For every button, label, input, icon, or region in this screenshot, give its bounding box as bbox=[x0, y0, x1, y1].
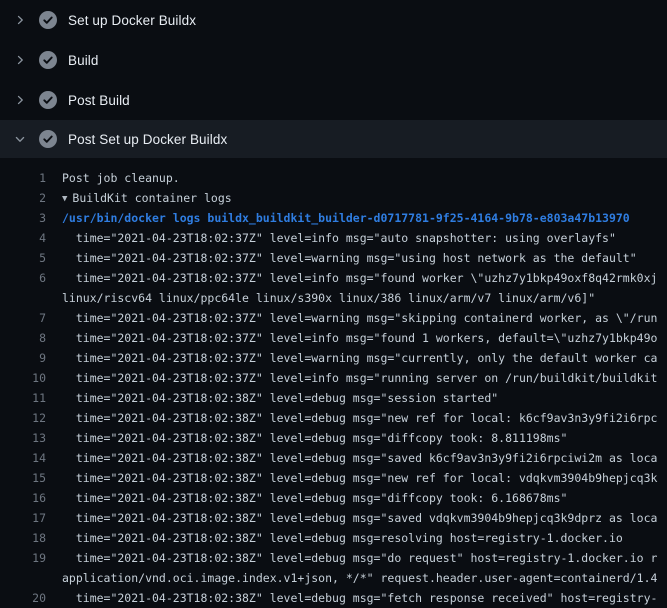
line-text: application/vnd.oci.image.index.v1+json,… bbox=[62, 568, 657, 588]
line-text: time="2021-04-23T18:02:37Z" level=warnin… bbox=[62, 348, 657, 368]
line-text: time="2021-04-23T18:02:37Z" level=warnin… bbox=[62, 308, 657, 328]
line-number[interactable]: 12 bbox=[0, 408, 46, 428]
line-text: time="2021-04-23T18:02:38Z" level=debug … bbox=[62, 528, 623, 548]
line-text: Post job cleanup. bbox=[62, 168, 180, 188]
line-number[interactable]: 13 bbox=[0, 428, 46, 448]
log-line: 18 time="2021-04-23T18:02:38Z" level=deb… bbox=[0, 528, 667, 548]
line-text: /usr/bin/docker logs buildx_buildkit_bui… bbox=[62, 208, 630, 228]
log-line: 15 time="2021-04-23T18:02:38Z" level=deb… bbox=[0, 468, 667, 488]
step-row[interactable]: Build bbox=[0, 40, 667, 80]
line-number[interactable]: 1 bbox=[0, 168, 46, 188]
line-number[interactable]: 18 bbox=[0, 528, 46, 548]
actions-log-viewer: Set up Docker Buildx Build P bbox=[0, 0, 667, 608]
log-line: 8 time="2021-04-23T18:02:37Z" level=info… bbox=[0, 328, 667, 348]
line-text: ▼BuildKit container logs bbox=[62, 188, 232, 208]
check-circle-icon bbox=[39, 130, 57, 148]
line-number[interactable]: 20 bbox=[0, 588, 46, 608]
log-line: 5 time="2021-04-23T18:02:37Z" level=warn… bbox=[0, 248, 667, 268]
line-number[interactable]: 3 bbox=[0, 208, 46, 228]
chevron-right-icon bbox=[13, 13, 27, 27]
step-label: Set up Docker Buildx bbox=[68, 13, 196, 28]
line-text: time="2021-04-23T18:02:38Z" level=debug … bbox=[62, 508, 657, 528]
line-number[interactable]: 9 bbox=[0, 348, 46, 368]
log-line: 11 time="2021-04-23T18:02:38Z" level=deb… bbox=[0, 388, 667, 408]
check-circle-icon bbox=[39, 91, 57, 109]
log-line[interactable]: 2 ▼BuildKit container logs bbox=[0, 188, 667, 208]
step-row[interactable]: Post Set up Docker Buildx bbox=[0, 120, 667, 158]
group-title: BuildKit container logs bbox=[72, 188, 231, 208]
triangle-down-icon: ▼ bbox=[62, 189, 67, 209]
line-text: time="2021-04-23T18:02:38Z" level=debug … bbox=[62, 428, 567, 448]
line-text: time="2021-04-23T18:02:38Z" level=debug … bbox=[62, 488, 567, 508]
line-text: linux/riscv64 linux/ppc64le linux/s390x … bbox=[62, 288, 595, 308]
log-line: application/vnd.oci.image.index.v1+json,… bbox=[0, 568, 667, 588]
log-line: 4 time="2021-04-23T18:02:37Z" level=info… bbox=[0, 228, 667, 248]
line-text: time="2021-04-23T18:02:37Z" level=info m… bbox=[62, 328, 657, 348]
line-text: time="2021-04-23T18:02:38Z" level=debug … bbox=[62, 448, 657, 468]
line-number[interactable]: 14 bbox=[0, 448, 46, 468]
log-line: 17 time="2021-04-23T18:02:38Z" level=deb… bbox=[0, 508, 667, 528]
log-line: 7 time="2021-04-23T18:02:37Z" level=warn… bbox=[0, 308, 667, 328]
log-line: 3 /usr/bin/docker logs buildx_buildkit_b… bbox=[0, 208, 667, 228]
line-text: time="2021-04-23T18:02:38Z" level=debug … bbox=[62, 388, 498, 408]
line-number[interactable]: 2 bbox=[0, 188, 46, 208]
step-label: Post Set up Docker Buildx bbox=[68, 132, 227, 147]
chevron-right-icon bbox=[13, 53, 27, 67]
check-circle-icon bbox=[39, 51, 57, 69]
log-line: 20 time="2021-04-23T18:02:38Z" level=deb… bbox=[0, 588, 667, 608]
line-number[interactable]: 19 bbox=[0, 548, 46, 568]
line-text: time="2021-04-23T18:02:38Z" level=debug … bbox=[62, 408, 657, 428]
log-line: linux/riscv64 linux/ppc64le linux/s390x … bbox=[0, 288, 667, 308]
steps-list: Set up Docker Buildx Build P bbox=[0, 0, 667, 158]
log-line: 19 time="2021-04-23T18:02:38Z" level=deb… bbox=[0, 548, 667, 568]
line-number[interactable]: 6 bbox=[0, 268, 46, 288]
log-line: 12 time="2021-04-23T18:02:38Z" level=deb… bbox=[0, 408, 667, 428]
line-text: time="2021-04-23T18:02:37Z" level=info m… bbox=[62, 268, 657, 288]
log-line: 14 time="2021-04-23T18:02:38Z" level=deb… bbox=[0, 448, 667, 468]
line-number[interactable]: 15 bbox=[0, 468, 46, 488]
line-number bbox=[0, 568, 46, 588]
chevron-down-icon bbox=[13, 132, 27, 146]
line-number[interactable]: 10 bbox=[0, 368, 46, 388]
chevron-right-icon bbox=[13, 93, 27, 107]
step-label: Post Build bbox=[68, 93, 130, 108]
line-text: time="2021-04-23T18:02:38Z" level=debug … bbox=[62, 588, 657, 608]
line-number[interactable]: 17 bbox=[0, 508, 46, 528]
log-line: 13 time="2021-04-23T18:02:38Z" level=deb… bbox=[0, 428, 667, 448]
line-text: time="2021-04-23T18:02:37Z" level=info m… bbox=[62, 368, 657, 388]
line-number[interactable]: 11 bbox=[0, 388, 46, 408]
step-row[interactable]: Post Build bbox=[0, 80, 667, 120]
line-number[interactable]: 7 bbox=[0, 308, 46, 328]
line-number[interactable]: 16 bbox=[0, 488, 46, 508]
line-text: time="2021-04-23T18:02:38Z" level=debug … bbox=[62, 468, 657, 488]
step-label: Build bbox=[68, 53, 99, 68]
line-text: time="2021-04-23T18:02:37Z" level=warnin… bbox=[62, 248, 637, 268]
log-line: 1 Post job cleanup. bbox=[0, 168, 667, 188]
log-area: 1 Post job cleanup. 2 ▼BuildKit containe… bbox=[0, 158, 667, 608]
log-line: 16 time="2021-04-23T18:02:38Z" level=deb… bbox=[0, 488, 667, 508]
line-number[interactable]: 4 bbox=[0, 228, 46, 248]
step-row[interactable]: Set up Docker Buildx bbox=[0, 0, 667, 40]
check-circle-icon bbox=[39, 11, 57, 29]
line-text: time="2021-04-23T18:02:38Z" level=debug … bbox=[62, 548, 657, 568]
log-line: 9 time="2021-04-23T18:02:37Z" level=warn… bbox=[0, 348, 667, 368]
line-number[interactable]: 8 bbox=[0, 328, 46, 348]
log-line: 10 time="2021-04-23T18:02:37Z" level=inf… bbox=[0, 368, 667, 388]
line-text: time="2021-04-23T18:02:37Z" level=info m… bbox=[62, 228, 616, 248]
line-number[interactable]: 5 bbox=[0, 248, 46, 268]
log-line: 6 time="2021-04-23T18:02:37Z" level=info… bbox=[0, 268, 667, 288]
line-number bbox=[0, 288, 46, 308]
